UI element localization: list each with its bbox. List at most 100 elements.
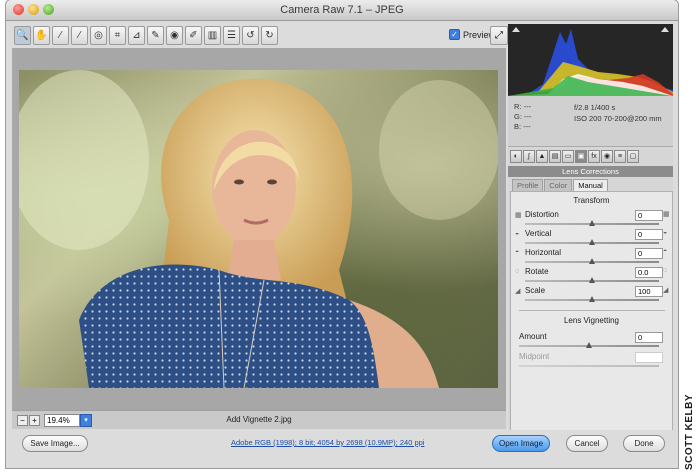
split-toning-tab-icon[interactable]: ▭ xyxy=(562,150,574,163)
rotate-low-icon: ◌ xyxy=(515,268,520,275)
tab-color[interactable]: Color xyxy=(544,179,573,191)
section-divider xyxy=(519,310,665,311)
horizontal-label: Horizontal xyxy=(525,248,562,257)
window-title: Camera Raw 7.1 – JPEG xyxy=(280,4,404,16)
iso-lens: ISO 200 70-200@200 mm xyxy=(574,114,662,123)
vertical-label: Vertical xyxy=(525,229,552,238)
amount-slider-row: Amount 0 xyxy=(515,332,669,350)
rotate-label: Rotate xyxy=(525,267,549,276)
rotate-slider-thumb[interactable] xyxy=(589,277,595,283)
tool-group: 🔍 ✋ ⁄ ⁄ ◎ ⌗ ⊿ ✎ ◉ ✐ ▥ ☰ ↺ ↻ xyxy=(14,26,278,45)
blue-readout: B: --- xyxy=(514,122,531,131)
horizontal-slider-thumb[interactable] xyxy=(589,258,595,264)
tab-profile[interactable]: Profile xyxy=(512,179,544,191)
photo-preview[interactable] xyxy=(19,70,498,388)
file-name: Add Vignette 2.jpg xyxy=(226,415,292,424)
vertical-value-field[interactable]: 0 xyxy=(635,229,663,240)
vertical-low-icon: ◒ xyxy=(515,230,520,237)
status-bar: − + 19.4% ▾ Add Vignette 2.jpg xyxy=(12,410,506,429)
aperture-shutter: f/2.8 1/400 s xyxy=(574,103,616,112)
hsl-tab-icon[interactable]: ▤ xyxy=(549,150,561,163)
toolbar: 🔍 ✋ ⁄ ⁄ ◎ ⌗ ⊿ ✎ ◉ ✐ ▥ ☰ ↺ ↻ ✓ Preview ⤢ xyxy=(12,25,508,47)
scale-low-icon: ◢ xyxy=(515,288,521,295)
panel-title: Lens Corrections xyxy=(508,166,673,177)
right-panel: R: --- G: --- B: --- f/2.8 1/400 s ISO 2… xyxy=(508,24,675,431)
image-canvas[interactable] xyxy=(12,48,506,410)
scale-value-field[interactable]: 100 xyxy=(635,286,663,297)
rotate-right-icon[interactable]: ↻ xyxy=(261,26,278,45)
fullscreen-button[interactable]: ⤢ xyxy=(490,26,508,45)
effects-tab-icon[interactable]: fx xyxy=(588,150,600,163)
cancel-button[interactable]: Cancel xyxy=(566,435,608,452)
horizontal-high-icon: ◓ xyxy=(663,248,668,255)
distortion-slider-row: ▦ Distortion 0 ▦ xyxy=(515,210,670,228)
camera-calibration-tab-icon[interactable]: ◉ xyxy=(601,150,613,163)
vertical-high-icon: ◒ xyxy=(663,229,668,236)
spot-removal-icon[interactable]: ✎ xyxy=(147,26,164,45)
tab-manual[interactable]: Manual xyxy=(573,179,608,191)
scale-high-icon: ◢ xyxy=(663,287,669,294)
scale-slider-row: ◢ Scale 100 ◢ xyxy=(515,286,669,304)
preferences-icon[interactable]: ☰ xyxy=(223,26,240,45)
histogram xyxy=(508,24,673,96)
midpoint-slider-track xyxy=(519,365,659,367)
red-readout: R: --- xyxy=(514,102,532,111)
rotate-slider-row: ◌ Rotate 0.0 ◌ xyxy=(515,267,669,285)
transform-heading: Transform xyxy=(573,196,610,205)
rotate-left-icon[interactable]: ↺ xyxy=(242,26,259,45)
scale-slider-thumb[interactable] xyxy=(589,296,595,302)
amount-slider-thumb[interactable] xyxy=(586,342,592,348)
horizontal-slider-row: ◓ Horizontal 0 ◓ xyxy=(515,248,669,266)
presets-tab-icon[interactable]: ≡ xyxy=(614,150,626,163)
highlight-clipping-icon[interactable] xyxy=(661,27,669,32)
amount-label: Amount xyxy=(519,332,547,341)
fullscreen-icon: ⤢ xyxy=(495,30,503,41)
scale-label: Scale xyxy=(525,286,546,295)
green-readout: G: --- xyxy=(514,112,532,121)
tone-curve-tab-icon[interactable]: ∫ xyxy=(523,150,535,163)
vertical-slider-row: ◒ Vertical 0 ◒ xyxy=(515,229,669,247)
hand-icon[interactable]: ✋ xyxy=(33,26,50,45)
workflow-options-link[interactable]: Adobe RGB (1998); 8 bit; 4054 by 2698 (1… xyxy=(231,438,424,447)
midpoint-value-field xyxy=(635,352,663,363)
preview-toggle[interactable]: ✓ Preview xyxy=(449,29,495,40)
crop-icon[interactable]: ⌗ xyxy=(109,26,126,45)
done-button[interactable]: Done xyxy=(623,435,665,452)
detail-tab-icon[interactable]: ▲ xyxy=(536,150,548,163)
title-bar: Camera Raw 7.1 – JPEG xyxy=(6,0,678,21)
distortion-high-icon: ▦ xyxy=(663,211,670,218)
vertical-slider-thumb[interactable] xyxy=(589,239,595,245)
distortion-slider-thumb[interactable] xyxy=(589,220,595,226)
distortion-low-icon: ▦ xyxy=(515,212,522,219)
amount-value-field[interactable]: 0 xyxy=(635,332,663,343)
open-image-button[interactable]: Open Image xyxy=(492,435,550,452)
color-sampler-icon[interactable]: ⁄ xyxy=(71,26,88,45)
bottom-bar: Save Image... Adobe RGB (1998); 8 bit; 4… xyxy=(6,430,678,468)
camera-raw-window: Camera Raw 7.1 – JPEG 🔍 ✋ ⁄ ⁄ ◎ ⌗ ⊿ ✎ ◉ ✐ ▥ ☰ ↺ ↻ ✓ P… xyxy=(6,0,678,468)
red-eye-icon[interactable]: ◉ xyxy=(166,26,183,45)
distortion-value-field[interactable]: 0 xyxy=(635,210,663,221)
horizontal-value-field[interactable]: 0 xyxy=(635,248,663,259)
adjustment-brush-icon[interactable]: ✐ xyxy=(185,26,202,45)
snapshots-tab-icon[interactable]: ▢ xyxy=(627,150,639,163)
midpoint-label: Midpoint xyxy=(519,352,550,361)
straighten-icon[interactable]: ⊿ xyxy=(128,26,145,45)
targeted-adjustment-icon[interactable]: ◎ xyxy=(90,26,107,45)
histogram-graph xyxy=(508,29,673,96)
portrait-image xyxy=(19,70,498,388)
lens-manual-content: Transform ▦ Distortion 0 ▦ ◒ Vertical 0 ◒ ◓ Horiz… xyxy=(510,191,673,431)
panel-icon-tabs: ◐ ∫ ▲ ▤ ▭ ▣ fx ◉ ≡ ▢ xyxy=(508,150,675,164)
white-balance-icon[interactable]: ⁄ xyxy=(52,26,69,45)
shadow-clipping-icon[interactable] xyxy=(512,27,520,32)
distortion-label: Distortion xyxy=(525,210,559,219)
graduated-filter-icon[interactable]: ▥ xyxy=(204,26,221,45)
preview-checkbox[interactable]: ✓ xyxy=(449,29,460,40)
vignetting-heading: Lens Vignetting xyxy=(563,316,619,325)
rotate-value-field[interactable]: 0.0 xyxy=(635,267,663,278)
lens-corrections-tab-icon[interactable]: ▣ xyxy=(575,150,587,163)
midpoint-slider-row: Midpoint xyxy=(515,352,669,370)
horizontal-low-icon: ◓ xyxy=(515,249,520,256)
basic-tab-icon[interactable]: ◐ xyxy=(510,150,522,163)
save-image-button[interactable]: Save Image... xyxy=(22,435,88,452)
zoom-icon[interactable]: 🔍 xyxy=(14,26,31,45)
